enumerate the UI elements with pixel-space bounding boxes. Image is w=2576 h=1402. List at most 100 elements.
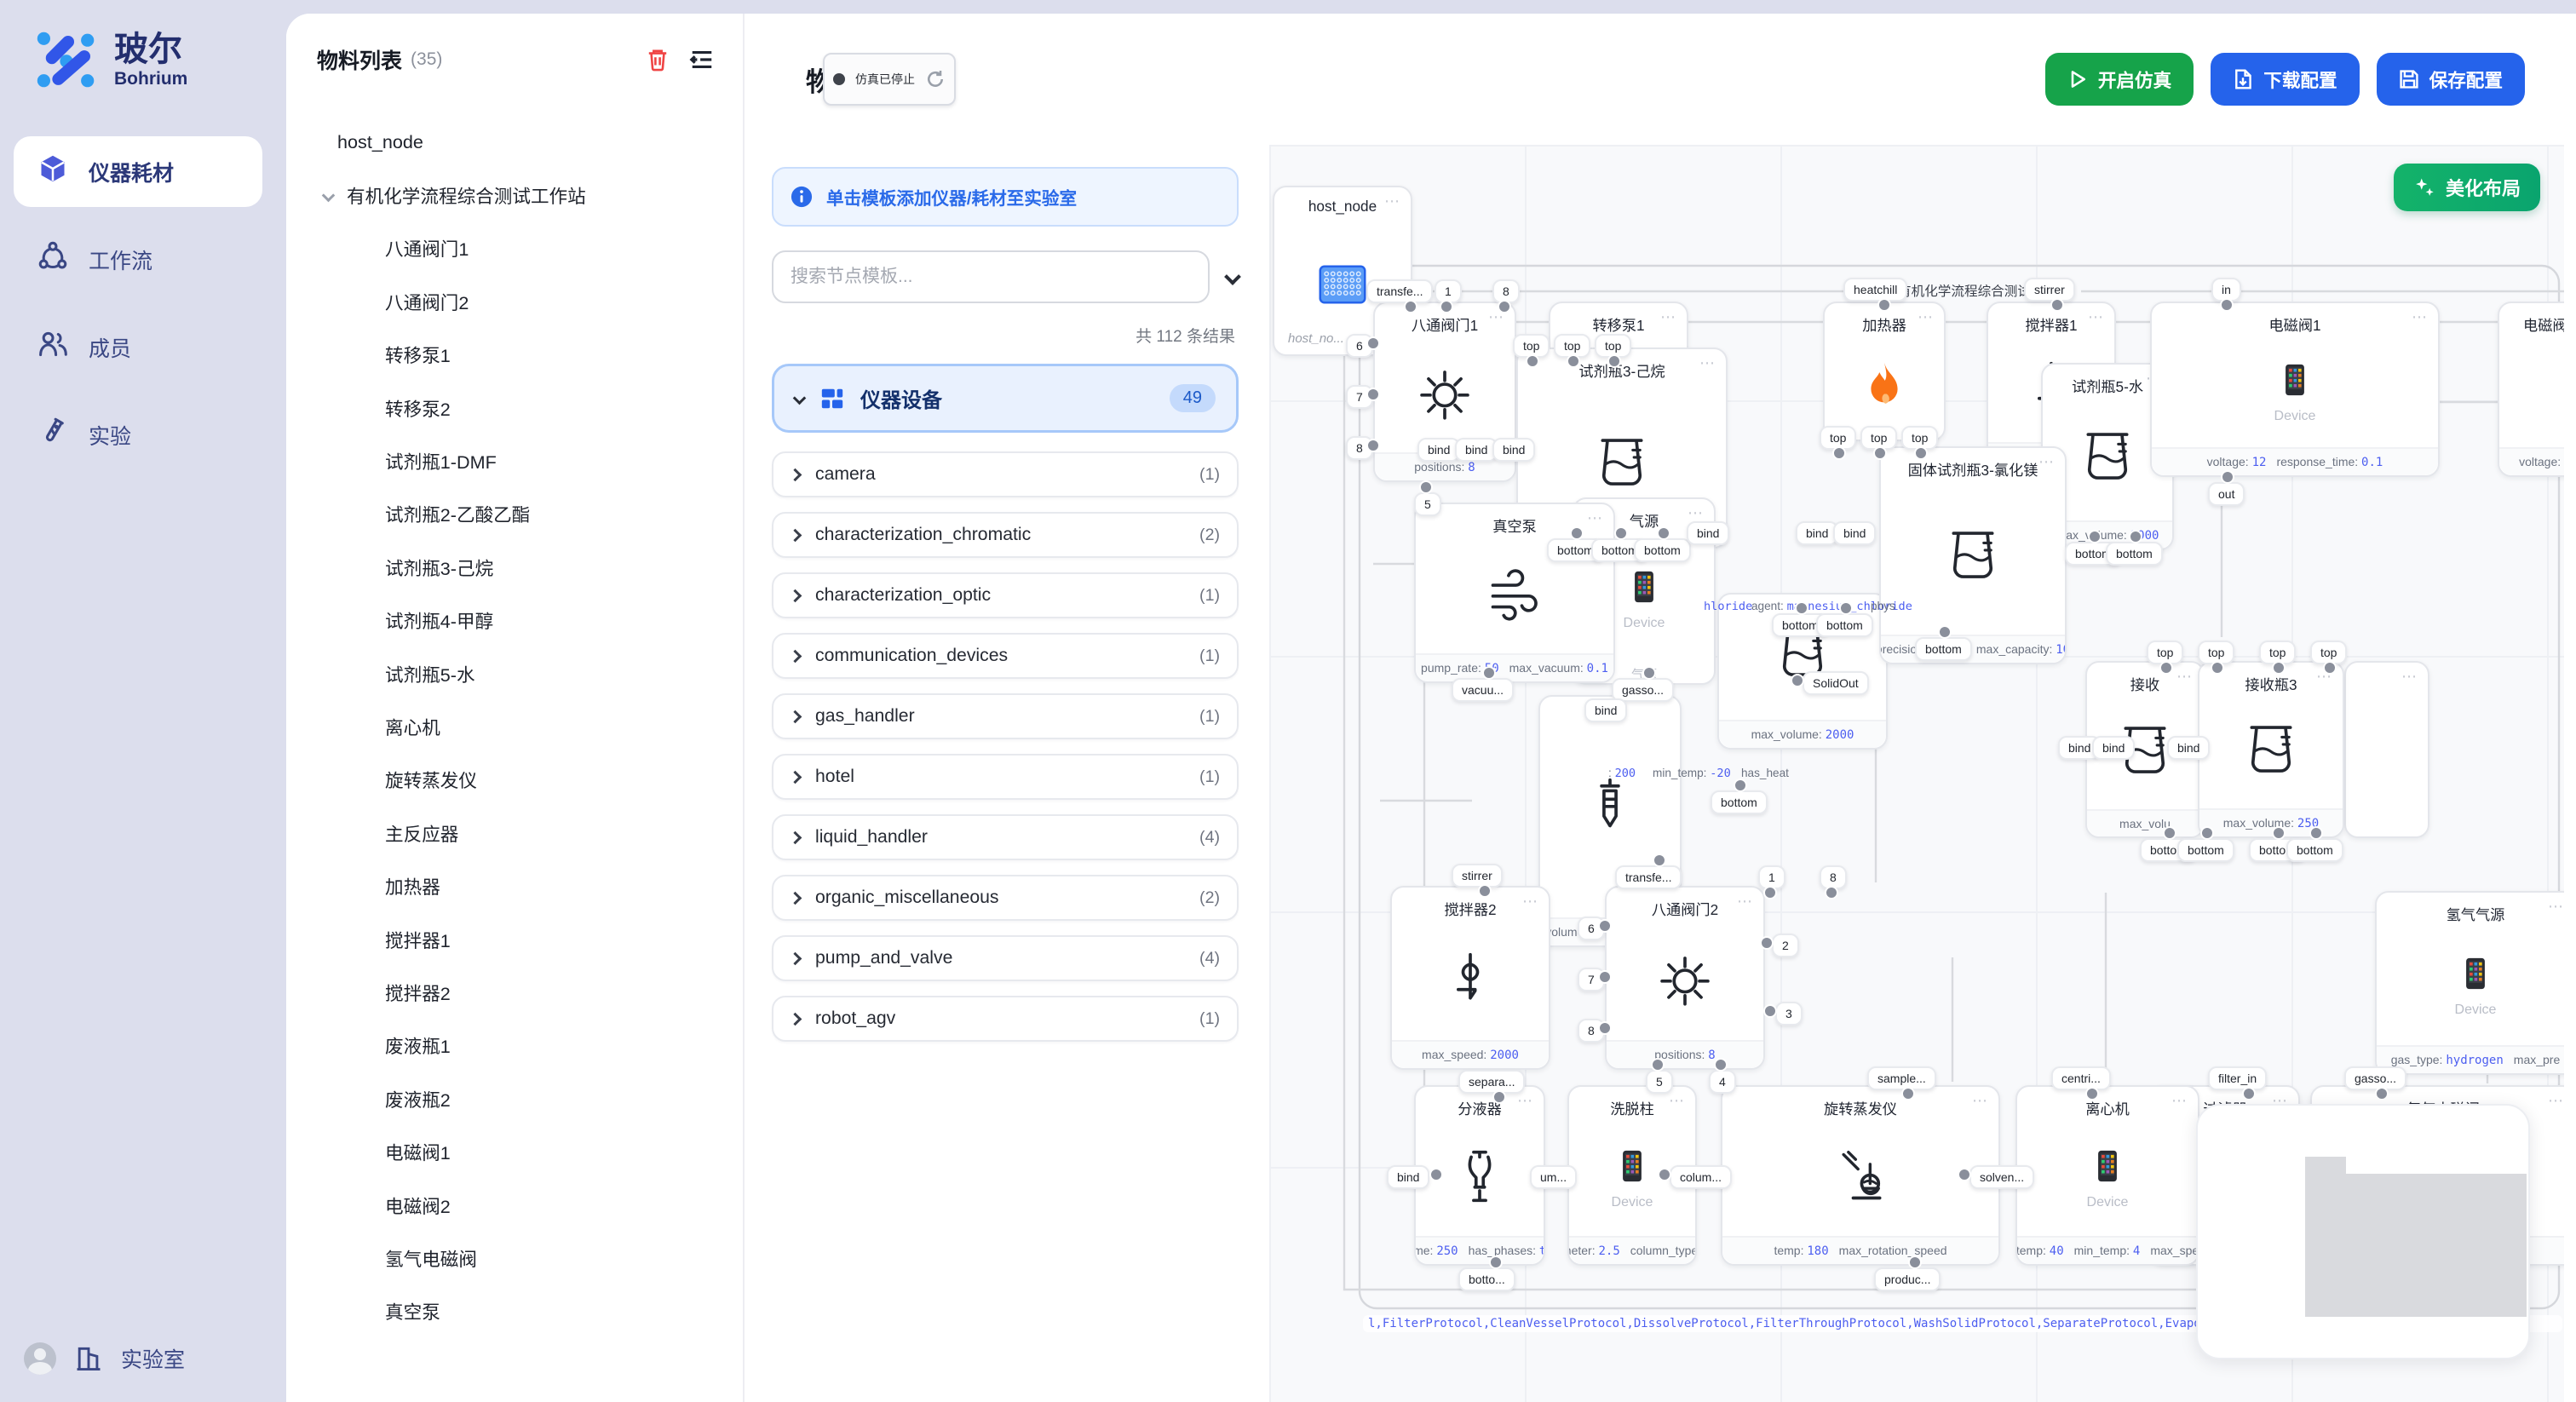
search-input[interactable] <box>772 250 1210 303</box>
tree-item[interactable]: 废液瓶1 <box>286 1020 743 1072</box>
tree-item[interactable]: 八通阀门2 <box>286 275 743 328</box>
port-pill-um[interactable]: um... <box>1530 1165 1577 1189</box>
port-pill-transfe[interactable]: transfe... <box>1366 279 1433 303</box>
download-config-button[interactable]: 下载配置 <box>2211 53 2359 106</box>
port-dot[interactable] <box>2375 1087 2389 1100</box>
port-pill-4[interactable]: 4 <box>1709 1070 1736 1094</box>
category-hotel[interactable]: hotel(1) <box>772 754 1239 800</box>
delete-all-button[interactable] <box>644 46 671 73</box>
port-pill-SolidOut[interactable]: SolidOut <box>1803 671 1869 695</box>
sidebar-item-members[interactable]: 成员 <box>14 312 262 382</box>
tree-item[interactable]: 试剂瓶2-乙酸乙酯 <box>286 488 743 541</box>
node-menu-icon[interactable]: ⋯ <box>2548 898 2564 916</box>
port-dot[interactable] <box>1658 1168 1671 1181</box>
port-dot[interactable] <box>1832 446 1846 460</box>
port-pill-bottom[interactable]: bottom <box>2106 542 2163 566</box>
flow-node-unnamed[interactable]: ⋯ <box>2344 661 2429 838</box>
port-dot[interactable] <box>1567 354 1580 368</box>
port-pill-5[interactable]: 5 <box>1646 1070 1673 1094</box>
chevron-down-icon[interactable] <box>322 189 336 203</box>
port-pill-bottom[interactable]: bottom <box>2286 838 2343 862</box>
port-dot[interactable] <box>2221 470 2234 484</box>
port-pill-bind[interactable]: bind <box>1833 521 1876 545</box>
tree-item[interactable]: 试剂瓶1-DMF <box>286 434 743 487</box>
port-pill-transfe[interactable]: transfe... <box>1615 865 1682 889</box>
flow-node-加热器[interactable]: 加热器⋯ <box>1823 302 1946 441</box>
port-pill-bind[interactable]: bind <box>1417 438 1460 462</box>
port-pill-solven[interactable]: solven... <box>1969 1165 2034 1189</box>
beautify-layout-button[interactable]: 美化布局 <box>2394 164 2540 211</box>
port-pill-bind[interactable]: bind <box>1687 521 1729 545</box>
port-pill-bottom[interactable]: bottom <box>1634 538 1691 562</box>
port-pill-bind[interactable]: bind <box>1584 698 1627 722</box>
tree-item[interactable]: 旋转蒸发仪 <box>286 754 743 807</box>
tree-item-workstation[interactable]: 有机化学流程综合测试工作站 <box>286 169 743 221</box>
port-pill-bottom[interactable]: bottom <box>2177 838 2234 862</box>
port-dot[interactable] <box>1642 666 1656 680</box>
port-dot[interactable] <box>1901 1087 1915 1100</box>
port-pill-separa[interactable]: separa... <box>1458 1070 1525 1094</box>
tree-item[interactable]: 氢气电磁阀 <box>286 1232 743 1284</box>
port-pill-centri[interactable]: centri... <box>2051 1066 2111 1090</box>
node-menu-icon[interactable]: ⋯ <box>1587 509 1603 527</box>
port-pill-bind[interactable]: bind <box>1796 521 1838 545</box>
save-config-button[interactable]: 保存配置 <box>2377 53 2525 106</box>
category-organic_miscellaneous[interactable]: organic_miscellaneous(2) <box>772 875 1239 921</box>
port-dot[interactable] <box>2085 1087 2099 1100</box>
sidebar-footer[interactable]: 实验室 <box>24 1342 185 1375</box>
node-menu-icon[interactable]: ⋯ <box>1737 893 1753 911</box>
port-pill-bottom[interactable]: bottom <box>1816 613 1873 637</box>
refresh-icon[interactable] <box>925 69 946 89</box>
tree-item[interactable]: 试剂瓶3-己烷 <box>286 541 743 594</box>
sidebar-item-experiments[interactable]: 实验 <box>14 399 262 470</box>
tree-item-host-node[interactable]: host_node <box>286 116 743 169</box>
port-pill-bind[interactable]: bind <box>1492 438 1535 462</box>
node-menu-icon[interactable]: ⋯ <box>1699 354 1716 372</box>
flow-node-接收瓶3[interactable]: 接收瓶3⋯max_volume: 250 <box>2198 661 2344 838</box>
flow-node-氢气气源[interactable]: 氢气气源⋯Devicegas_type: hydrogenmax_pre <box>2375 891 2576 1075</box>
port-dot[interactable] <box>1607 354 1621 368</box>
node-menu-icon[interactable]: ⋯ <box>1972 1092 1988 1110</box>
node-menu-icon[interactable]: ⋯ <box>1522 893 1538 911</box>
node-menu-icon[interactable]: ⋯ <box>2401 668 2418 686</box>
port-dot[interactable] <box>1429 1168 1443 1181</box>
port-dot[interactable] <box>1760 936 1774 950</box>
category-gas_handler[interactable]: gas_handler(1) <box>772 693 1239 739</box>
category-characterization_optic[interactable]: characterization_optic(1) <box>772 572 1239 618</box>
port-dot[interactable] <box>2211 661 2224 675</box>
collapse-list-button[interactable] <box>688 46 716 73</box>
port-dot[interactable] <box>2272 661 2286 675</box>
port-dot[interactable] <box>2323 661 2337 675</box>
category-communication_devices[interactable]: communication_devices(1) <box>772 633 1239 679</box>
port-pill-vacuu[interactable]: vacuu... <box>1452 678 1514 702</box>
flow-node-搅拌器2[interactable]: 搅拌器2⋯max_speed: 2000 <box>1390 886 1550 1070</box>
simulation-status[interactable]: 仿真已停止 <box>823 53 956 106</box>
port-pill-2[interactable]: 2 <box>1772 934 1799 957</box>
tree-item[interactable]: 加热器 <box>286 859 743 912</box>
tree-item[interactable]: 电磁阀1 <box>286 1125 743 1178</box>
tree-item[interactable]: 废液瓶2 <box>286 1072 743 1125</box>
accordion-instrument-devices[interactable]: 仪器设备 49 <box>772 364 1239 433</box>
port-dot[interactable] <box>1653 853 1666 867</box>
port-pill-out[interactable]: out <box>2208 482 2245 506</box>
port-pill-bind[interactable]: bind <box>1387 1165 1429 1189</box>
category-camera[interactable]: camera(1) <box>772 451 1239 497</box>
port-dot[interactable] <box>1914 446 1928 460</box>
tree-item[interactable]: 八通阀门1 <box>286 222 743 275</box>
port-pill-3[interactable]: 3 <box>1775 1002 1803 1026</box>
flow-node-八通阀门2[interactable]: 八通阀门2⋯positions: 8 <box>1605 886 1765 1070</box>
port-dot[interactable] <box>1526 354 1539 368</box>
tree-item[interactable]: 电磁阀2 <box>286 1179 743 1232</box>
node-menu-icon[interactable]: ⋯ <box>1517 1092 1533 1110</box>
node-menu-icon[interactable]: ⋯ <box>2412 308 2428 326</box>
tree-item[interactable]: 真空泵 <box>286 1285 743 1338</box>
flow-node-真空泵[interactable]: 真空泵⋯pump_rate: 50max_vacuum: 0.1 <box>1414 503 1615 683</box>
port-pill-bottom[interactable]: bottom <box>1711 790 1768 814</box>
collapse-all-icon[interactable] <box>1224 268 1241 285</box>
node-menu-icon[interactable]: ⋯ <box>1688 504 1704 522</box>
port-pill-heatchill[interactable]: heatchill <box>1843 278 1907 302</box>
port-dot[interactable] <box>1404 300 1417 313</box>
flow-node-电磁阀1[interactable]: 电磁阀1⋯Devicevoltage: 12response_time: 0.1 <box>2150 302 2440 477</box>
port-dot[interactable] <box>1791 674 1804 687</box>
node-menu-icon[interactable]: ⋯ <box>1918 308 1934 326</box>
